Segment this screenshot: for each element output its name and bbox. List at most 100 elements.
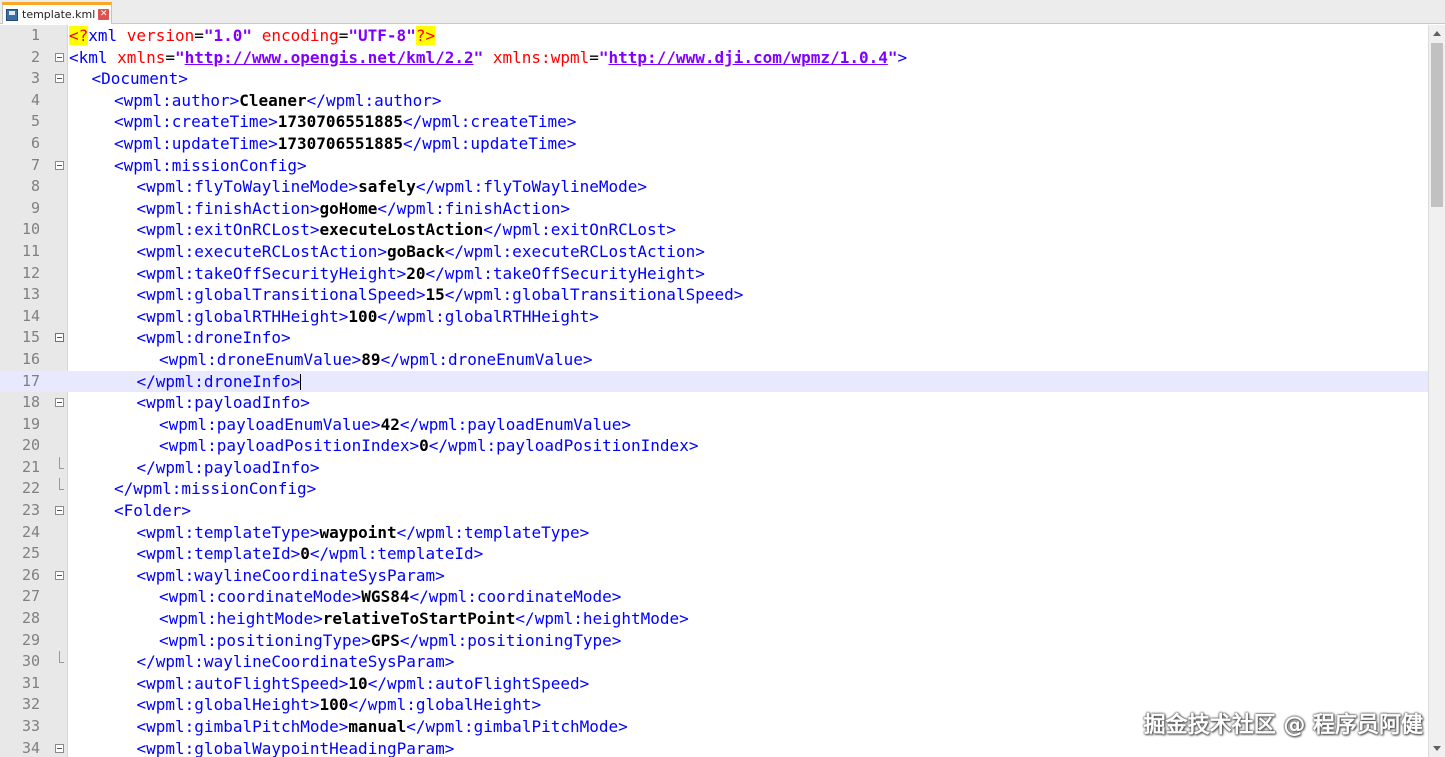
code-line[interactable]: 4 <wpml:author>Cleaner</wpml:author> [0, 90, 1428, 112]
token-val: Cleaner [239, 90, 307, 110]
line-number: 23 [21, 501, 40, 520]
code-line[interactable]: 12 <wpml:takeOffSecurityHeight>20</wpml:t… [0, 263, 1428, 285]
code-text: <wpml:updateTime>1730706551885</wpml:upd… [69, 133, 576, 155]
line-number: 11 [21, 241, 40, 260]
token-url[interactable]: http://www.dji.com/wpmz/1.0.4 [609, 48, 888, 67]
code-line[interactable]: 14 <wpml:globalRTHHeight>100</wpml:global… [0, 306, 1428, 328]
code-text: <wpml:autoFlightSpeed>10</wpml:autoFligh… [69, 673, 590, 695]
code-text: <wpml:coordinateMode>WGS84</wpml:coordin… [69, 586, 621, 608]
code-line[interactable]: 1 <?xml version="1.0" encoding="UTF-8"?> [0, 25, 1428, 47]
scroll-down-icon[interactable] [1433, 746, 1441, 751]
token-tag: </wpml:payloadPositionIndex> [428, 436, 699, 456]
code-line[interactable]: 18 <wpml:payloadInfo> [0, 392, 1428, 414]
token-tag: <wpml:templateType> [136, 522, 320, 542]
code-line[interactable]: 8 <wpml:flyToWaylineMode>safely</wpml:fly… [0, 176, 1428, 198]
code-editor[interactable]: 1 <?xml version="1.0" encoding="UTF-8"?> 2… [0, 25, 1428, 757]
token-val: manual [348, 717, 407, 736]
code-line[interactable]: 27 <wpml:coordinateMode>WGS84</wpml:coord… [0, 586, 1428, 608]
fold-toggle-icon[interactable] [55, 74, 64, 84]
token-val: 100 [348, 306, 378, 326]
fold-toggle-icon[interactable] [55, 570, 64, 580]
line-number: 24 [21, 522, 40, 541]
fold-toggle-icon[interactable] [55, 160, 64, 170]
code-line[interactable]: 13 <wpml:globalTransitionalSpeed>15</wpml… [0, 284, 1428, 306]
code-line[interactable]: 2 <kml xmlns="http://www.opengis.net/kml/… [0, 47, 1428, 69]
token-url[interactable]: http://www.opengis.net/kml/2.2 [185, 48, 474, 67]
code-line[interactable]: 26 <wpml:waylineCoordinateSysParam> [0, 565, 1428, 587]
token-tag: </wpml:templateId> [309, 544, 484, 564]
code-line[interactable]: 28 <wpml:heightMode>relativeToStartPoint<… [0, 608, 1428, 630]
code-line[interactable]: 21 </wpml:payloadInfo> [0, 456, 1428, 479]
code-line[interactable]: 7 <wpml:missionConfig> [0, 155, 1428, 177]
close-icon[interactable]: ✕ [98, 9, 110, 20]
code-text: <wpml:missionConfig> [69, 155, 307, 177]
line-number: 28 [21, 609, 40, 628]
token-tag: <wpml:executeRCLostAction> [136, 241, 387, 261]
code-line[interactable]: 10 <wpml:exitOnRCLost>executeLostAction</… [0, 219, 1428, 241]
vertical-scrollbar[interactable] [1428, 25, 1445, 757]
token-tag: </wpml:takeOffSecurityHeight> [425, 263, 705, 283]
watermark: 掘金技术社区 @ 程序员阿健 [1143, 713, 1423, 738]
token-attr: encoding [261, 26, 339, 45]
token-tag: <wpml:takeOffSecurityHeight> [136, 263, 407, 283]
line-number: 25 [21, 544, 40, 563]
token-tag: <wpml:heightMode> [159, 609, 323, 629]
line-number: 29 [21, 630, 40, 649]
fold-toggle-icon[interactable] [55, 398, 64, 408]
fold-toggle-icon[interactable] [55, 506, 64, 516]
token-val: 100 [319, 695, 349, 715]
code-line[interactable]: 11 <wpml:executeRCLostAction>goBack</wpml… [0, 241, 1428, 263]
scrollbar-thumb[interactable] [1431, 43, 1443, 207]
line-number: 8 [30, 177, 40, 196]
code-line[interactable]: 6 <wpml:updateTime>1730706551885</wpml:up… [0, 133, 1428, 155]
line-number: 6 [30, 133, 40, 152]
token-eq: = [165, 47, 175, 67]
code-line[interactable]: 17 </wpml:droneInfo> [0, 370, 1428, 393]
line-number: 34 [21, 738, 40, 757]
fold-toggle-icon[interactable] [55, 333, 64, 343]
fold-toggle-icon[interactable] [55, 743, 64, 753]
tab-template-kml[interactable]: template.kml ✕ [2, 2, 112, 24]
token-tag: <wpml:templateId> [136, 544, 301, 564]
code-line[interactable]: 20 <wpml:payloadPositionIndex>0</wpml:pay… [0, 435, 1428, 457]
code-text: <Folder> [69, 500, 191, 522]
token-val: 0 [300, 544, 310, 564]
code-line[interactable]: 23 <Folder> [0, 500, 1428, 522]
line-number: 18 [21, 393, 40, 412]
line-number: 14 [21, 306, 40, 325]
scroll-up-icon[interactable] [1433, 31, 1441, 36]
code-line[interactable]: 34 <wpml:globalWaypointHeadingParam> [0, 738, 1428, 757]
token-tag: </wpml:heightMode> [515, 609, 689, 629]
code-line[interactable]: 30 </wpml:waylineCoordinateSysParam> [0, 651, 1428, 673]
code-text: <wpml:finishAction>goHome</wpml:finishAc… [69, 198, 570, 220]
token-tag [252, 26, 262, 45]
code-text: <wpml:globalTransitionalSpeed>15</wpml:g… [69, 284, 744, 306]
code-line[interactable]: 3 <Document> [0, 68, 1428, 90]
token-tag: <wpml:positioningType> [159, 630, 371, 650]
code-line[interactable]: 5 <wpml:createTime>1730706551885</wpml:cr… [0, 111, 1428, 133]
line-number: 22 [21, 479, 40, 498]
code-line[interactable]: 24 <wpml:templateType>waypoint</wpml:temp… [0, 522, 1428, 544]
code-text: <wpml:takeOffSecurityHeight>20</wpml:tak… [69, 263, 705, 285]
fold-toggle-icon[interactable] [55, 52, 64, 62]
code-line[interactable]: 22 </wpml:missionConfig> [0, 478, 1428, 500]
code-line[interactable]: 29 <wpml:positioningType>GPS</wpml:positi… [0, 630, 1428, 652]
code-line[interactable]: 16 <wpml:droneEnumValue>89</wpml:droneEnu… [0, 349, 1428, 371]
text-caret [300, 374, 302, 390]
token-tag: <wpml:author> [114, 90, 240, 110]
code-line[interactable]: 19 <wpml:payloadEnumValue>42</wpml:payloa… [0, 414, 1428, 436]
token-tag: <wpml:createTime> [114, 112, 278, 132]
line-number: 9 [30, 198, 40, 217]
code-line[interactable]: 15 <wpml:droneInfo> [0, 327, 1428, 349]
code-line[interactable]: 9 <wpml:finishAction>goHome</wpml:finishA… [0, 198, 1428, 220]
code-text: <wpml:heightMode>relativeToStartPoint</w… [69, 608, 689, 630]
line-number: 10 [21, 220, 40, 239]
token-eq: = [194, 26, 204, 45]
code-text: <Document> [69, 68, 188, 90]
code-line[interactable]: 25 <wpml:templateId>0</wpml:templateId> [0, 543, 1428, 565]
token-tag: </wpml:createTime> [403, 112, 577, 132]
code-line[interactable]: 31 <wpml:autoFlightSpeed>10</wpml:autoFli… [0, 673, 1428, 695]
token-tag: </wpml:waylineCoordinateSysParam> [136, 652, 455, 672]
token-eq: = [589, 47, 599, 67]
code-text: <wpml:waylineCoordinateSysParam> [69, 565, 445, 587]
